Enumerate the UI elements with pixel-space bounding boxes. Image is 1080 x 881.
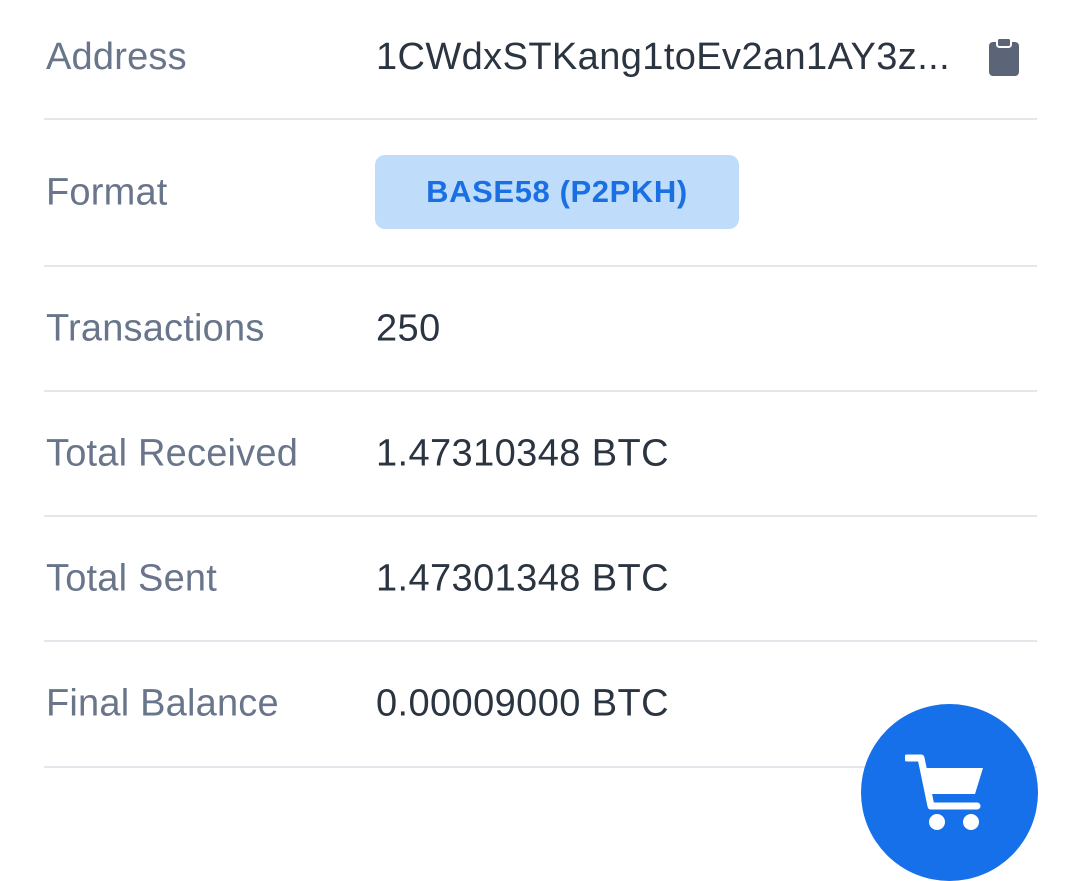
address-value[interactable]: 1CWdxSTKang1toEv2an1AY3z... — [376, 36, 961, 79]
buy-fab-button[interactable] — [861, 704, 1038, 881]
copy-address-button[interactable] — [988, 37, 1020, 77]
clipboard-icon[interactable] — [988, 37, 1020, 77]
address-row: Address 1CWdxSTKang1toEv2an1AY3z... — [44, 0, 1037, 120]
format-label: Format — [46, 171, 168, 213]
total-received-label: Total Received — [46, 432, 299, 474]
address-label: Address — [46, 36, 187, 78]
total-sent-value: 1.47301348 BTC — [376, 557, 669, 599]
final-balance-label: Final Balance — [46, 682, 279, 725]
transactions-value: 250 — [376, 307, 441, 349]
address-details-list: Address 1CWdxSTKang1toEv2an1AY3z... Form… — [44, 0, 1037, 768]
shopping-cart-icon — [905, 754, 983, 830]
transactions-label: Transactions — [46, 307, 265, 349]
format-badge: BASE58 (P2PKH) — [375, 155, 739, 229]
transactions-row: Transactions 250 — [44, 267, 1037, 392]
total-received-row: Total Received 1.47310348 BTC — [44, 392, 1037, 517]
total-sent-row: Total Sent 1.47301348 BTC — [44, 517, 1037, 642]
final-balance-value: 0.00009000 BTC — [376, 682, 669, 725]
total-received-value: 1.47310348 BTC — [376, 432, 669, 474]
total-sent-label: Total Sent — [46, 557, 217, 599]
